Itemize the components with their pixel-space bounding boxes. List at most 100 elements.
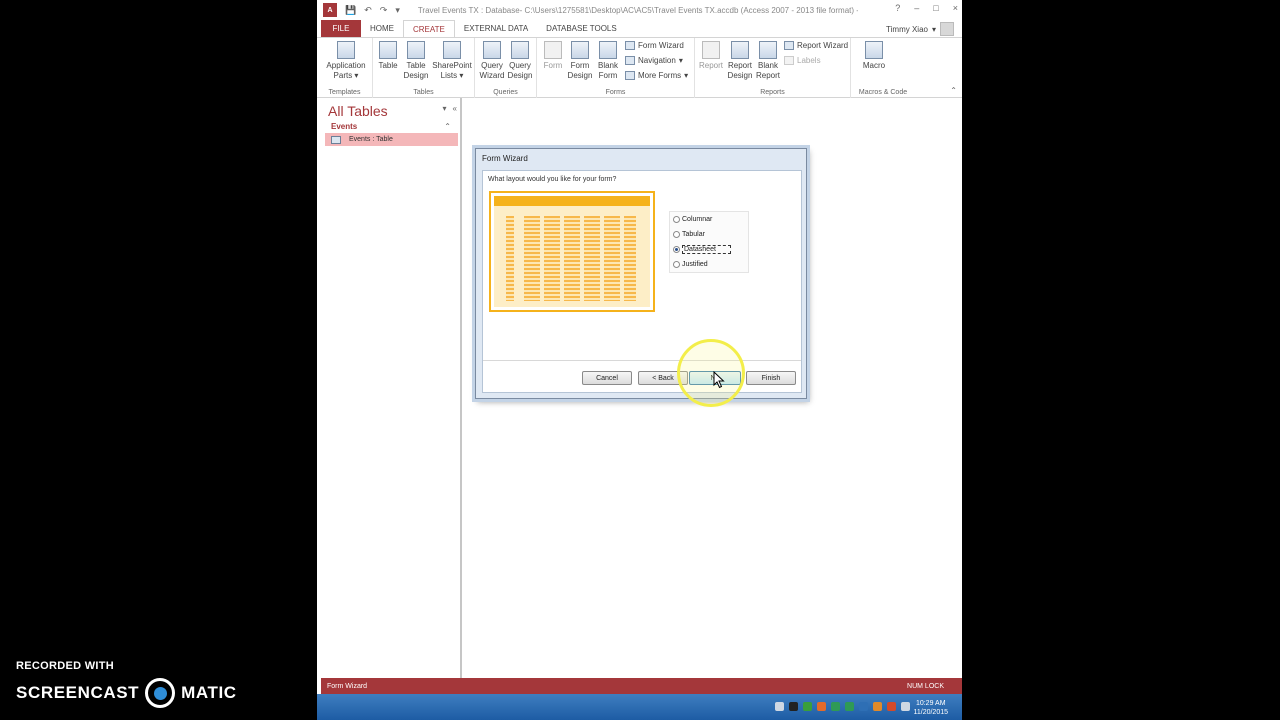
preview-column bbox=[624, 216, 636, 301]
taskbar-clock[interactable]: 10:29 AM 11/20/2015 bbox=[913, 699, 948, 717]
navigation-button[interactable]: Navigation ▾ bbox=[625, 56, 683, 65]
shutter-bar-close-icon[interactable]: « bbox=[453, 104, 457, 113]
user-account[interactable]: Timmy Xiao ▾ bbox=[886, 22, 954, 36]
minimize-icon[interactable]: – bbox=[914, 3, 919, 13]
blank-report-button[interactable]: Blank Report bbox=[755, 41, 781, 81]
application-parts-button[interactable]: Application Parts ▾ bbox=[323, 41, 369, 81]
maximize-icon[interactable]: □ bbox=[933, 3, 938, 13]
quick-access-toolbar: 💾 ↶ ↷ ▾ bbox=[345, 5, 400, 16]
tab-file[interactable]: FILE bbox=[321, 20, 361, 37]
more-forms-label: More Forms bbox=[638, 71, 682, 80]
avatar bbox=[940, 22, 954, 36]
query-design-button[interactable]: Query Design bbox=[506, 41, 534, 81]
report-design-button[interactable]: Report Design bbox=[726, 41, 754, 81]
status-text: Form Wizard bbox=[327, 682, 368, 690]
table-button[interactable]: Table bbox=[375, 41, 401, 71]
help-icon[interactable]: ? bbox=[895, 3, 900, 13]
radio-columnar[interactable]: Columnar bbox=[673, 216, 712, 223]
radio-justified[interactable]: Justified bbox=[673, 261, 708, 268]
group-queries: Query Wizard Query Design Queries bbox=[475, 38, 537, 98]
tab-database-tools[interactable]: DATABASE TOOLS bbox=[537, 20, 626, 37]
table-design-button[interactable]: Table Design bbox=[403, 41, 429, 81]
tray-icon[interactable] bbox=[817, 702, 826, 711]
group-macros: Macro Macros & Code bbox=[851, 38, 915, 98]
navigation-icon bbox=[625, 56, 635, 65]
nav-pane-controls: ▾ « bbox=[443, 104, 457, 113]
group-label-macros: Macros & Code bbox=[858, 89, 908, 96]
finish-button[interactable]: Finish bbox=[746, 371, 796, 385]
watermark-recorded-text: RECORDED WITH bbox=[16, 660, 115, 672]
tab-external-data[interactable]: EXTERNAL DATA bbox=[455, 20, 537, 37]
user-name: Timmy Xiao bbox=[886, 24, 928, 34]
blank-report-label: Blank Report bbox=[755, 61, 780, 80]
report-label: Report bbox=[698, 61, 723, 70]
radio-label: Tabular bbox=[682, 231, 705, 238]
form-button[interactable]: Form bbox=[541, 41, 565, 71]
tray-icon[interactable] bbox=[873, 702, 882, 711]
nav-item-events-table[interactable]: Events : Table bbox=[325, 133, 458, 146]
group-label-tables: Tables bbox=[413, 89, 434, 96]
collapse-ribbon-icon[interactable]: ⌃ bbox=[950, 86, 957, 95]
table-design-icon bbox=[407, 41, 425, 59]
nav-group-events[interactable]: Events bbox=[331, 122, 357, 131]
access-window: A 💾 ↶ ↷ ▾ Travel Events TX : Database- C… bbox=[317, 0, 962, 720]
report-wizard-button[interactable]: Report Wizard bbox=[784, 41, 848, 50]
watermark-brand-right: MATIC bbox=[181, 683, 237, 702]
radio-tabular[interactable]: Tabular bbox=[673, 231, 705, 238]
window-title: Travel Events TX : Database- C:\Users\12… bbox=[417, 5, 858, 15]
more-forms-button[interactable]: More Forms ▾ bbox=[625, 71, 688, 80]
labels-button[interactable]: Labels bbox=[784, 56, 821, 65]
window-controls: ? – □ × bbox=[895, 3, 958, 13]
tray-icon[interactable] bbox=[845, 702, 854, 711]
preview-canvas bbox=[494, 196, 650, 307]
tray-icon[interactable] bbox=[831, 702, 840, 711]
query-wizard-icon bbox=[483, 41, 501, 59]
access-app-icon[interactable]: A bbox=[323, 3, 337, 17]
preview-header-bar bbox=[494, 196, 650, 206]
preview-column bbox=[524, 216, 540, 301]
tray-icon[interactable] bbox=[775, 702, 784, 711]
blank-form-button[interactable]: Blank Form bbox=[595, 41, 621, 81]
save-icon[interactable]: 💾 bbox=[345, 5, 356, 16]
radio-label: Justified bbox=[682, 261, 708, 268]
tray-icon[interactable] bbox=[803, 702, 812, 711]
group-label-reports: Reports bbox=[760, 89, 785, 96]
form-wizard-button[interactable]: Form Wizard bbox=[625, 41, 684, 50]
radio-datasheet[interactable]: Datasheet bbox=[673, 245, 731, 254]
tray-icon[interactable] bbox=[789, 702, 798, 711]
redo-icon[interactable]: ↷ bbox=[380, 5, 388, 16]
radio-dot bbox=[673, 216, 680, 223]
layout-preview-image bbox=[489, 191, 655, 312]
close-icon[interactable]: × bbox=[953, 3, 958, 13]
system-tray bbox=[775, 702, 910, 711]
customize-qat-icon[interactable]: ▾ bbox=[395, 5, 400, 16]
form-design-button[interactable]: Form Design bbox=[567, 41, 593, 81]
report-design-icon bbox=[731, 41, 749, 59]
layout-question: What layout would you like for your form… bbox=[488, 176, 617, 183]
tab-create[interactable]: CREATE bbox=[403, 20, 455, 37]
collapse-group-icon[interactable]: ⌃ bbox=[444, 122, 451, 131]
tray-icon[interactable] bbox=[859, 702, 868, 711]
sharepoint-lists-button[interactable]: SharePoint Lists ▾ bbox=[431, 41, 473, 81]
tab-home[interactable]: HOME bbox=[361, 20, 403, 37]
tray-icon[interactable] bbox=[887, 702, 896, 711]
speaker-icon[interactable] bbox=[901, 702, 910, 711]
undo-icon[interactable]: ↶ bbox=[364, 5, 372, 16]
radio-dot-selected bbox=[673, 246, 680, 253]
layout-options: Columnar Tabular Datasheet Justified bbox=[669, 211, 749, 273]
report-button[interactable]: Report bbox=[698, 41, 724, 71]
cancel-button[interactable]: Cancel bbox=[582, 371, 632, 385]
watermark-brand: SCREENCAST MATIC bbox=[16, 678, 237, 708]
ribbon-tabs: FILE HOME CREATE EXTERNAL DATA DATABASE … bbox=[317, 20, 962, 37]
preview-datasheet-grid bbox=[506, 216, 636, 301]
table-icon bbox=[331, 135, 341, 144]
status-bar: Form Wizard NUM LOCK bbox=[321, 678, 962, 694]
report-design-label: Report Design bbox=[727, 61, 753, 80]
macro-button[interactable]: Macro bbox=[859, 41, 889, 71]
query-wizard-button[interactable]: Query Wizard bbox=[478, 41, 506, 81]
nav-dropdown-icon[interactable]: ▾ bbox=[443, 104, 447, 113]
navigation-label: Navigation bbox=[638, 56, 676, 65]
form-wizard-icon bbox=[625, 41, 635, 50]
nav-pane-title[interactable]: All Tables bbox=[328, 103, 388, 119]
form-icon bbox=[544, 41, 562, 59]
